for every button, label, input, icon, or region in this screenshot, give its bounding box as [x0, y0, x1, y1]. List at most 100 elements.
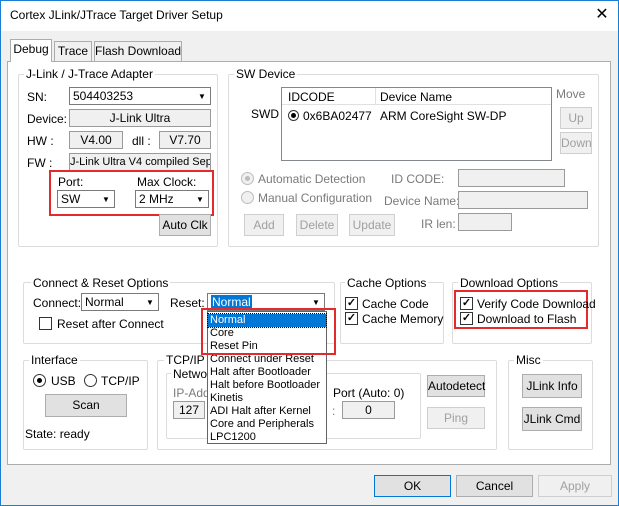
- download-to-flash-label: Download to Flash: [477, 312, 577, 326]
- hw-field: V4.00: [69, 131, 123, 149]
- row-device-name: ARM CoreSight SW-DP: [380, 109, 507, 123]
- misc-legend: Misc: [514, 353, 543, 367]
- id-code-label: ID CODE:: [391, 172, 445, 186]
- ping-button[interactable]: Ping: [427, 407, 485, 429]
- chevron-down-icon: ▼: [198, 92, 206, 101]
- table-row[interactable]: 0x6BA02477 ARM CoreSight SW-DP: [282, 108, 551, 124]
- dll-label: dll :: [132, 134, 151, 148]
- tcpip-radio[interactable]: [84, 374, 97, 387]
- tcpip-legend: TCP/IP: [164, 353, 207, 367]
- autodetect-button[interactable]: Autodetect: [427, 375, 485, 397]
- close-icon[interactable]: ✕: [589, 4, 615, 26]
- chevron-down-icon: ▼: [146, 298, 154, 307]
- usb-radio[interactable]: [33, 374, 46, 387]
- title-bar: Cortex JLink/JTrace Target Driver Setup …: [1, 1, 618, 31]
- ok-button[interactable]: OK: [374, 475, 451, 497]
- port-label: Port:: [58, 175, 84, 189]
- swd-label: SWD: [251, 107, 279, 121]
- col-device-header[interactable]: Device Name: [380, 90, 452, 104]
- reset-option-kinetis[interactable]: Kinetis: [208, 392, 326, 405]
- fw-label: FW :: [27, 156, 53, 170]
- ir-len-input[interactable]: [458, 213, 512, 231]
- sn-label: SN:: [27, 90, 48, 104]
- tab-trace[interactable]: Trace: [54, 41, 92, 61]
- automatic-detection-label: Automatic Detection: [258, 172, 366, 186]
- ip-octet-1[interactable]: 127: [173, 401, 205, 419]
- tab-flash-download-label: Flash Download: [95, 44, 182, 58]
- dialog-window: Cortex JLink/JTrace Target Driver Setup …: [0, 0, 619, 506]
- connect-reset-legend: Connect & Reset Options: [31, 276, 171, 290]
- tab-trace-label: Trace: [57, 44, 89, 58]
- reset-option-lpc1200[interactable]: LPC1200: [208, 431, 326, 444]
- device-name-input[interactable]: [458, 191, 588, 209]
- apply-button[interactable]: Apply: [538, 475, 612, 497]
- reset-option-halt-after-bootloader[interactable]: Halt after Bootloader: [208, 366, 326, 379]
- max-clock-label: Max Clock:: [137, 175, 197, 189]
- port-value: SW: [61, 192, 81, 206]
- id-code-input[interactable]: [458, 169, 565, 187]
- delete-button[interactable]: Delete: [296, 214, 338, 236]
- tab-debug[interactable]: Debug: [10, 39, 52, 62]
- reset-after-connect-checkbox[interactable]: [39, 317, 52, 330]
- reset-option-core-and-peripherals[interactable]: Core and Peripherals: [208, 418, 326, 431]
- hw-label: HW :: [27, 134, 54, 148]
- col-idcode-header[interactable]: IDCODE: [288, 90, 335, 104]
- tab-flash-download[interactable]: Flash Download: [94, 41, 182, 61]
- tab-debug-label: Debug: [13, 42, 49, 56]
- scan-button[interactable]: Scan: [45, 394, 127, 417]
- sw-device-legend: SW Device: [234, 67, 298, 81]
- connect-label: Connect:: [33, 296, 82, 310]
- device-label: Device:: [27, 112, 68, 126]
- port-auto-label: Port (Auto: 0): [333, 386, 405, 400]
- selected-row-indicator: [288, 110, 299, 121]
- interface-legend: Interface: [29, 353, 80, 367]
- reset-label: Reset:: [170, 296, 205, 310]
- reset-option-adi-halt-after-kernel[interactable]: ADI Halt after Kernel: [208, 405, 326, 418]
- sn-select[interactable]: 504403253 ▼: [69, 87, 211, 105]
- chevron-down-icon: ▼: [102, 195, 110, 204]
- device-name-label: Device Name:: [384, 194, 460, 208]
- download-options-legend: Download Options: [458, 276, 561, 290]
- jlink-cmd-button[interactable]: JLink Cmd: [522, 407, 582, 431]
- add-button[interactable]: Add: [244, 214, 284, 236]
- cancel-button[interactable]: Cancel: [456, 475, 533, 497]
- verify-code-download-label: Verify Code Download: [477, 297, 596, 311]
- cache-memory-label: Cache Memory: [362, 312, 444, 326]
- adapter-legend: J-Link / J-Trace Adapter: [24, 67, 155, 81]
- fw-field: J-Link Ultra V4 compiled Sep: [69, 153, 211, 171]
- cache-code-label: Cache Code: [362, 297, 429, 311]
- move-down-button[interactable]: Down: [560, 132, 592, 154]
- reset-after-connect-label: Reset after Connect: [57, 317, 164, 331]
- cache-options-legend: Cache Options: [345, 276, 429, 290]
- tcpip-radio-label: TCP/IP: [101, 374, 140, 388]
- download-to-flash-checkbox[interactable]: ✓: [460, 312, 473, 325]
- port-colon: :: [332, 404, 336, 418]
- manual-configuration-label: Manual Configuration: [258, 191, 373, 205]
- move-up-button[interactable]: Up: [560, 107, 592, 129]
- move-label: Move: [556, 87, 586, 101]
- manual-configuration-radio[interactable]: [241, 191, 254, 204]
- device-field: J-Link Ultra: [69, 109, 211, 127]
- list-header: IDCODE Device Name: [282, 88, 551, 105]
- connect-value: Normal: [85, 295, 124, 309]
- verify-code-download-checkbox[interactable]: ✓: [460, 297, 473, 310]
- sw-device-list[interactable]: IDCODE Device Name 0x6BA02477 ARM CoreSi…: [281, 87, 552, 161]
- max-clock-value: 2 MHz: [139, 192, 174, 206]
- reset-option-halt-before-bootloader[interactable]: Halt before Bootloader: [208, 379, 326, 392]
- reset-options-highlight: [201, 308, 336, 355]
- max-clock-select[interactable]: 2 MHz ▼: [135, 190, 209, 208]
- automatic-detection-radio[interactable]: [241, 172, 254, 185]
- chevron-down-icon: ▼: [196, 195, 204, 204]
- tcpip-port-input[interactable]: 0: [342, 401, 395, 419]
- cache-code-checkbox[interactable]: ✓: [345, 297, 358, 310]
- connect-select[interactable]: Normal ▼: [81, 293, 159, 311]
- update-button[interactable]: Update: [349, 214, 395, 236]
- jlink-info-button[interactable]: JLink Info: [522, 374, 582, 398]
- window-title: Cortex JLink/JTrace Target Driver Setup: [10, 8, 223, 22]
- auto-clk-button[interactable]: Auto Clk: [159, 214, 211, 236]
- row-idcode: 0x6BA02477: [303, 109, 372, 123]
- port-select[interactable]: SW ▼: [57, 190, 115, 208]
- reset-value: Normal: [211, 295, 252, 309]
- cache-memory-checkbox[interactable]: ✓: [345, 312, 358, 325]
- column-divider: [375, 88, 376, 105]
